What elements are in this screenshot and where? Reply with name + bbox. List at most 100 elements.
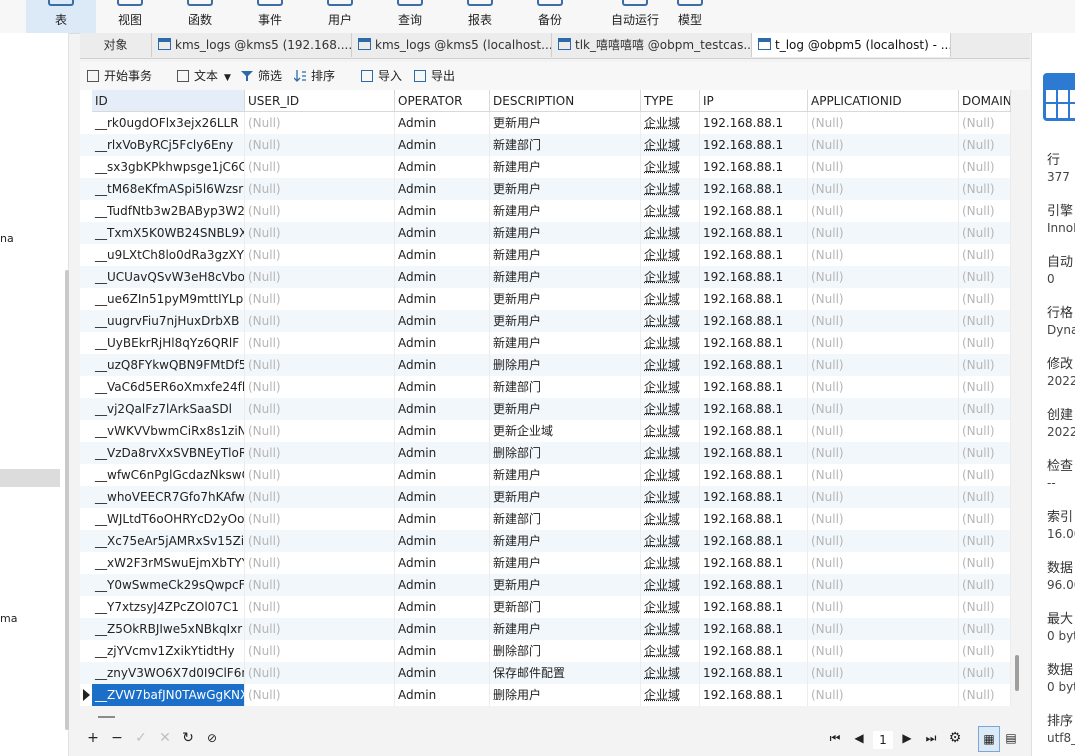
cell-applicationid[interactable]: (Null) xyxy=(808,464,959,486)
table-row[interactable]: __Y0wSwmeCk29sQwpcFo (Null) Admin 更新用户 企业域 19… xyxy=(80,574,1011,596)
cell-user-id[interactable]: (Null) xyxy=(245,640,395,662)
cell-domain[interactable]: (Null) xyxy=(959,354,1011,376)
cell-ip[interactable]: 192.168.88.1 xyxy=(700,574,808,596)
table-row[interactable]: __tM68eKfmASpi5l6Wzsr (Null) Admin 更新用户 企业域 1… xyxy=(80,178,1011,200)
cell-user-id[interactable]: (Null) xyxy=(245,112,395,134)
column-header-user-id[interactable]: USER_ID xyxy=(245,90,395,112)
cell-user-id[interactable]: (Null) xyxy=(245,574,395,596)
cell-applicationid[interactable]: (Null) xyxy=(808,354,959,376)
cell-domain[interactable]: (Null) xyxy=(959,530,1011,552)
cell-user-id[interactable]: (Null) xyxy=(245,288,395,310)
sidebar-selected-item[interactable] xyxy=(0,469,60,487)
cell-applicationid[interactable]: (Null) xyxy=(808,530,959,552)
cell-type[interactable]: 企业域 xyxy=(641,156,700,178)
cell-ip[interactable]: 192.168.88.1 xyxy=(700,200,808,222)
cell-user-id[interactable]: (Null) xyxy=(245,618,395,640)
cell-applicationid[interactable]: (Null) xyxy=(808,134,959,156)
cell-id[interactable]: __TxmX5K0WB24SNBL9X5 xyxy=(92,222,245,244)
cell-operator[interactable]: Admin xyxy=(395,442,490,464)
cell-id[interactable]: __uugrvFiu7njHuxDrbXB xyxy=(92,310,245,332)
cell-user-id[interactable]: (Null) xyxy=(245,508,395,530)
cell-id[interactable]: __uzQ8FYkwQBN9FMtDf5j xyxy=(92,354,245,376)
cell-user-id[interactable]: (Null) xyxy=(245,222,395,244)
cell-operator[interactable]: Admin xyxy=(395,332,490,354)
cell-operator[interactable]: Admin xyxy=(395,684,490,706)
cell-description[interactable]: 更新用户 xyxy=(490,310,641,332)
cell-applicationid[interactable]: (Null) xyxy=(808,222,959,244)
cell-type[interactable]: 企业域 xyxy=(641,640,700,662)
table-row[interactable]: __WJLtdT6oOHRYcD2yOo (Null) Admin 新建部门 企业域 19… xyxy=(80,508,1011,530)
cell-applicationid[interactable]: (Null) xyxy=(808,332,959,354)
cell-ip[interactable]: 192.168.88.1 xyxy=(700,354,808,376)
cell-operator[interactable]: Admin xyxy=(395,420,490,442)
text-view-button[interactable]: 文本 ▼ xyxy=(177,62,231,90)
cell-id[interactable]: __UCUavQSvW3eH8cVboc xyxy=(92,266,245,288)
cell-domain[interactable]: (Null) xyxy=(959,596,1011,618)
cell-domain[interactable]: (Null) xyxy=(959,222,1011,244)
table-row[interactable]: __ue6ZIn51pyM9mttIYLp (Null) Admin 更新用户 企业域 1… xyxy=(80,288,1011,310)
previous-page-icon[interactable]: ◀ xyxy=(850,726,868,750)
cell-operator[interactable]: Admin xyxy=(395,486,490,508)
cell-applicationid[interactable]: (Null) xyxy=(808,310,959,332)
cell-operator[interactable]: Admin xyxy=(395,112,490,134)
tab-tlk-table[interactable]: tlk_嘻嘻嘻嘻 @obpm_testcas... xyxy=(552,33,752,57)
cell-id[interactable]: __sx3gbKPkhwpsge1jC6C xyxy=(92,156,245,178)
refresh-icon[interactable]: ↻ xyxy=(179,726,197,750)
cell-description[interactable]: 删除部门 xyxy=(490,640,641,662)
cell-domain[interactable]: (Null) xyxy=(959,112,1011,134)
cell-user-id[interactable]: (Null) xyxy=(245,156,395,178)
cell-operator[interactable]: Admin xyxy=(395,574,490,596)
cell-type[interactable]: 企业域 xyxy=(641,530,700,552)
cell-applicationid[interactable]: (Null) xyxy=(808,508,959,530)
cell-user-id[interactable]: (Null) xyxy=(245,376,395,398)
cell-id[interactable]: __WJLtdT6oOHRYcD2yOo xyxy=(92,508,245,530)
cell-type[interactable]: 企业域 xyxy=(641,112,700,134)
cell-applicationid[interactable]: (Null) xyxy=(808,288,959,310)
cell-ip[interactable]: 192.168.88.1 xyxy=(700,310,808,332)
cell-domain[interactable]: (Null) xyxy=(959,200,1011,222)
cell-user-id[interactable]: (Null) xyxy=(245,420,395,442)
cell-ip[interactable]: 192.168.88.1 xyxy=(700,596,808,618)
stop-icon[interactable]: ⊘ xyxy=(203,726,221,750)
cell-operator[interactable]: Admin xyxy=(395,530,490,552)
cell-ip[interactable]: 192.168.88.1 xyxy=(700,442,808,464)
cell-description[interactable]: 新建用户 xyxy=(490,156,641,178)
begin-transaction-button[interactable]: 开始事务 xyxy=(87,62,152,90)
cell-user-id[interactable]: (Null) xyxy=(245,178,395,200)
cell-operator[interactable]: Admin xyxy=(395,618,490,640)
cell-id[interactable]: __Xc75eAr5jAMRxSv15Zi xyxy=(92,530,245,552)
delete-record-icon[interactable]: − xyxy=(108,726,126,750)
cell-applicationid[interactable]: (Null) xyxy=(808,552,959,574)
cell-id[interactable]: __u9LXtCh8lo0dRa3gzXY xyxy=(92,244,245,266)
cell-domain[interactable]: (Null) xyxy=(959,420,1011,442)
cell-user-id[interactable]: (Null) xyxy=(245,552,395,574)
column-header-id[interactable]: ID xyxy=(92,90,245,112)
table-row[interactable]: __VaC6d5ER6oXmxfe24fk (Null) Admin 新建部门 企业域 1… xyxy=(80,376,1011,398)
column-header-domain[interactable]: DOMAIN xyxy=(959,90,1011,112)
cell-ip[interactable]: 192.168.88.1 xyxy=(700,684,808,706)
cell-ip[interactable]: 192.168.88.1 xyxy=(700,464,808,486)
column-header-type[interactable]: TYPE xyxy=(641,90,700,112)
cell-domain[interactable]: (Null) xyxy=(959,376,1011,398)
cell-applicationid[interactable]: (Null) xyxy=(808,684,959,706)
cell-type[interactable]: 企业域 xyxy=(641,574,700,596)
cell-operator[interactable]: Admin xyxy=(395,244,490,266)
cell-operator[interactable]: Admin xyxy=(395,596,490,618)
cell-operator[interactable]: Admin xyxy=(395,156,490,178)
cell-operator[interactable]: Admin xyxy=(395,134,490,156)
cell-type[interactable]: 企业域 xyxy=(641,244,700,266)
cell-ip[interactable]: 192.168.88.1 xyxy=(700,376,808,398)
cell-applicationid[interactable]: (Null) xyxy=(808,640,959,662)
apply-changes-icon[interactable]: ✓ xyxy=(132,726,150,750)
cell-type[interactable]: 企业域 xyxy=(641,662,700,684)
cell-applicationid[interactable]: (Null) xyxy=(808,420,959,442)
cell-type[interactable]: 企业域 xyxy=(641,684,700,706)
cell-description[interactable]: 更新用户 xyxy=(490,398,641,420)
cell-description[interactable]: 更新用户 xyxy=(490,486,641,508)
cell-domain[interactable]: (Null) xyxy=(959,486,1011,508)
table-row[interactable]: __vj2QalFz7lArkSaaSDl (Null) Admin 更新用户 企业域 1… xyxy=(80,398,1011,420)
next-page-icon[interactable]: ▶ xyxy=(898,726,916,750)
table-row[interactable]: __uugrvFiu7njHuxDrbXB (Null) Admin 更新用户 企业域 1… xyxy=(80,310,1011,332)
cell-type[interactable]: 企业域 xyxy=(641,398,700,420)
export-button[interactable]: 导出 xyxy=(414,62,455,90)
